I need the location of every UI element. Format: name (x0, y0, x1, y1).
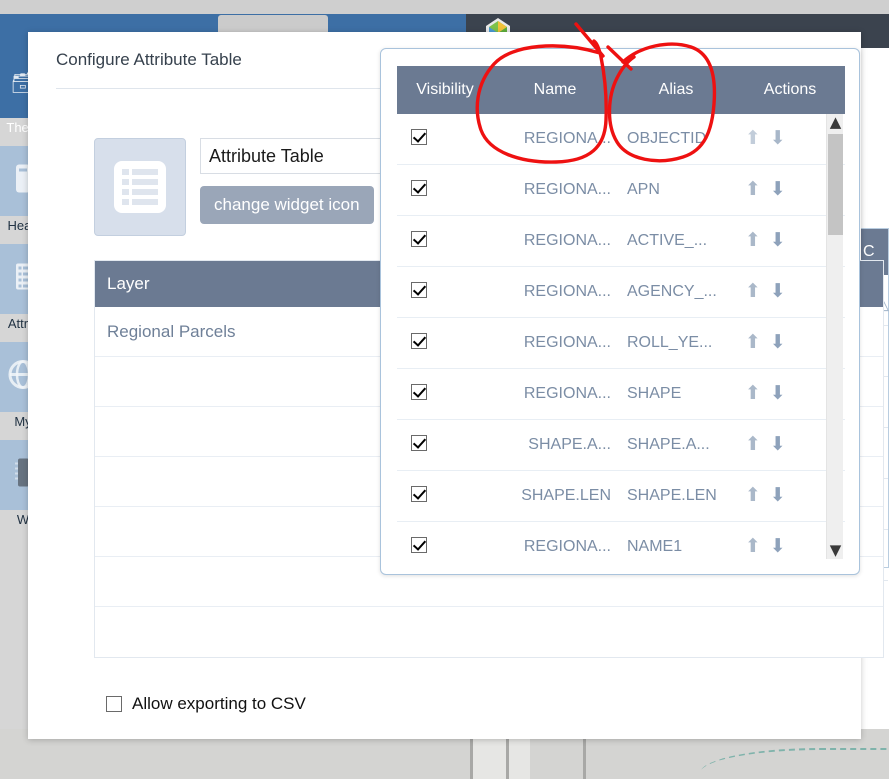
field-visibility-checkbox[interactable] (411, 434, 427, 451)
field-alias-cell[interactable]: NAME1 (617, 521, 735, 559)
table-row[interactable]: REGIONA... AGENCY_... ⬆ ⬇ (397, 266, 845, 318)
field-alias-cell[interactable]: SHAPE.A... (617, 419, 735, 471)
field-configuration-panel: Visibility Name Alias Actions REGIONA...… (380, 48, 860, 575)
table-row[interactable]: REGIONA... ROLL_YE... ⬆ ⬇ (397, 317, 845, 369)
chevron-down-icon[interactable]: ▼ (827, 542, 844, 559)
field-visibility-checkbox[interactable] (411, 128, 427, 145)
arrow-down-icon[interactable]: ⬇ (770, 231, 786, 250)
field-alias-cell[interactable]: SHAPE (617, 368, 735, 420)
visibility-cell (397, 470, 493, 522)
visibility-cell (397, 164, 493, 216)
arrow-down-icon[interactable]: ⬇ (770, 384, 786, 403)
arrow-up-icon[interactable]: ⬆ (745, 129, 761, 148)
allow-export-csv-checkbox[interactable] (106, 696, 122, 712)
field-name-cell: REGIONA... (493, 317, 617, 369)
allow-export-csv-row[interactable]: Allow exporting to CSV (106, 694, 306, 714)
field-visibility-checkbox[interactable] (411, 536, 427, 553)
field-alias-cell[interactable]: OBJECTID (617, 114, 735, 165)
arrow-down-icon[interactable]: ⬇ (770, 180, 786, 199)
table-row[interactable]: REGIONA... ACTIVE_... ⬆ ⬇ (397, 215, 845, 267)
field-name-cell: SHAPE.LEN (493, 470, 617, 522)
arrow-down-icon[interactable]: ⬇ (770, 435, 786, 454)
visibility-cell (397, 419, 493, 471)
field-name-cell: REGIONA... (493, 114, 617, 165)
column-header-name[interactable]: Name (493, 66, 617, 114)
table-row[interactable]: REGIONA... SHAPE ⬆ ⬇ (397, 368, 845, 420)
field-alias-cell[interactable]: APN (617, 164, 735, 216)
field-table-body: REGIONA... OBJECTID ⬆ ⬇ REGIONA... APN ⬆ ⬇ REGIO… (397, 114, 845, 559)
field-visibility-checkbox[interactable] (411, 230, 427, 247)
table-row[interactable]: SHAPE.A... SHAPE.A... ⬆ ⬇ (397, 419, 845, 471)
table-row[interactable]: REGIONA... NAME1 ⬆ ⬇ (397, 521, 845, 559)
arrow-down-icon[interactable]: ⬇ (770, 486, 786, 505)
scrollbar-thumb[interactable] (828, 134, 843, 235)
change-widget-icon-button[interactable]: change widget icon (200, 186, 374, 224)
visibility-cell (397, 368, 493, 420)
field-table: Visibility Name Alias Actions REGIONA...… (397, 66, 845, 559)
arrow-up-icon[interactable]: ⬆ (745, 180, 761, 199)
field-table-scrollbar[interactable]: ▲ ▼ (826, 114, 843, 559)
visibility-cell (397, 521, 493, 559)
field-name-cell: REGIONA... (493, 266, 617, 318)
allow-export-csv-label: Allow exporting to CSV (132, 694, 306, 713)
arrow-up-icon[interactable]: ⬆ (745, 435, 761, 454)
chevron-up-icon[interactable]: ▲ (827, 114, 844, 131)
arrow-up-icon[interactable]: ⬆ (745, 231, 761, 250)
widget-icon-preview[interactable] (94, 138, 186, 236)
field-name-cell: REGIONA... (493, 521, 617, 559)
field-name-cell: REGIONA... (493, 164, 617, 216)
window-top-strip (0, 0, 889, 14)
widget-identity-row: change widget icon (94, 138, 414, 236)
arrow-up-icon[interactable]: ⬆ (745, 384, 761, 403)
table-row[interactable]: REGIONA... OBJECTID ⬆ ⬇ (397, 114, 845, 165)
screen-root: 🗃 Them Head Attrib My W C Configure Attr… (0, 0, 889, 779)
field-visibility-checkbox[interactable] (411, 179, 427, 196)
arrow-up-icon[interactable]: ⬆ (745, 333, 761, 352)
field-alias-cell[interactable]: SHAPE.LEN (617, 470, 735, 522)
list-table-icon (114, 161, 166, 213)
visibility-cell (397, 114, 493, 165)
field-alias-cell[interactable]: ROLL_YE... (617, 317, 735, 369)
arrow-down-icon[interactable]: ⬇ (770, 282, 786, 301)
column-header-actions[interactable]: Actions (735, 66, 845, 114)
field-alias-cell[interactable]: AGENCY_... (617, 266, 735, 318)
field-name-cell: REGIONA... (493, 215, 617, 267)
field-name-cell: SHAPE.A... (493, 419, 617, 471)
list-item[interactable] (95, 607, 883, 657)
field-table-header-row: Visibility Name Alias Actions (397, 66, 845, 114)
field-visibility-checkbox[interactable] (411, 485, 427, 502)
table-row[interactable]: REGIONA... APN ⬆ ⬇ (397, 164, 845, 216)
field-name-cell: REGIONA... (493, 368, 617, 420)
column-header-alias[interactable]: Alias (617, 66, 735, 114)
visibility-cell (397, 266, 493, 318)
arrow-down-icon[interactable]: ⬇ (770, 129, 786, 148)
arrow-up-icon[interactable]: ⬆ (745, 486, 761, 505)
visibility-cell (397, 317, 493, 369)
field-alias-cell[interactable]: ACTIVE_... (617, 215, 735, 267)
column-header-visibility[interactable]: Visibility (397, 66, 493, 114)
visibility-cell (397, 215, 493, 267)
field-visibility-checkbox[interactable] (411, 281, 427, 298)
arrow-up-icon[interactable]: ⬆ (745, 537, 761, 556)
table-row[interactable]: SHAPE.LEN SHAPE.LEN ⬆ ⬇ (397, 470, 845, 522)
arrow-down-icon[interactable]: ⬇ (770, 537, 786, 556)
field-visibility-checkbox[interactable] (411, 332, 427, 349)
arrow-down-icon[interactable]: ⬇ (770, 333, 786, 352)
field-table-viewport: Visibility Name Alias Actions REGIONA...… (397, 66, 845, 559)
arrow-up-icon[interactable]: ⬆ (745, 282, 761, 301)
field-visibility-checkbox[interactable] (411, 383, 427, 400)
